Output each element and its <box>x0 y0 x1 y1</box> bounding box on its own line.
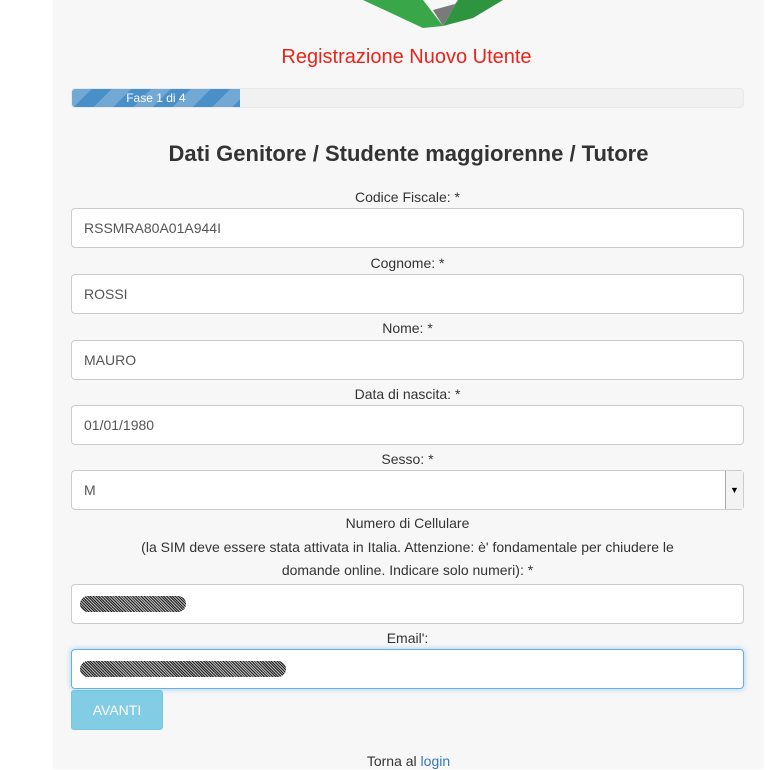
progress-fill: Fase 1 di 4 <box>72 89 240 107</box>
data-nascita-input[interactable]: 01/01/1980 <box>71 405 744 445</box>
section-heading: Dati Genitore / Studente maggiorenne / T… <box>168 141 649 166</box>
logo-icon <box>363 0 503 28</box>
footer-text: Torna al <box>366 753 417 769</box>
cellulare-label-line2: (la SIM deve essere stata attivata in It… <box>141 539 674 555</box>
sesso-select[interactable]: M ▼ <box>71 470 744 510</box>
data-nascita-label: Data di nascita: * <box>354 386 461 402</box>
cognome-label: Cognome: * <box>370 255 445 271</box>
footer: Torna al login <box>53 752 764 770</box>
page-margin-right <box>764 0 783 769</box>
cognome-input[interactable]: ROSSI <box>71 274 744 314</box>
sesso-selected-value: M <box>84 482 96 498</box>
nome-input[interactable]: MAURO <box>71 340 744 380</box>
page-title: Registrazione Nuovo Utente <box>281 46 532 68</box>
sesso-label: Sesso: * <box>381 451 434 467</box>
redacted-phone-mask <box>80 596 186 612</box>
login-link[interactable]: login <box>421 753 451 769</box>
codice-fiscale-input[interactable]: RSSMRA80A01A944I <box>71 208 744 248</box>
cellulare-label-line1: Numero di Cellulare <box>345 515 470 531</box>
email-input[interactable] <box>71 649 744 689</box>
chevron-down-icon[interactable]: ▼ <box>725 471 743 509</box>
codice-fiscale-label: Codice Fiscale: * <box>354 189 461 205</box>
nome-label: Nome: * <box>382 320 433 336</box>
cellulare-input[interactable] <box>71 584 744 624</box>
progress-bar: Fase 1 di 4 <box>71 88 744 108</box>
email-label: Email': <box>386 630 429 646</box>
page-margin-left <box>0 0 53 769</box>
redacted-email-mask <box>80 661 286 677</box>
avanti-button[interactable]: AVANTI <box>71 690 163 730</box>
cellulare-label-line3: domande online. Indicare solo numeri): * <box>281 562 534 578</box>
